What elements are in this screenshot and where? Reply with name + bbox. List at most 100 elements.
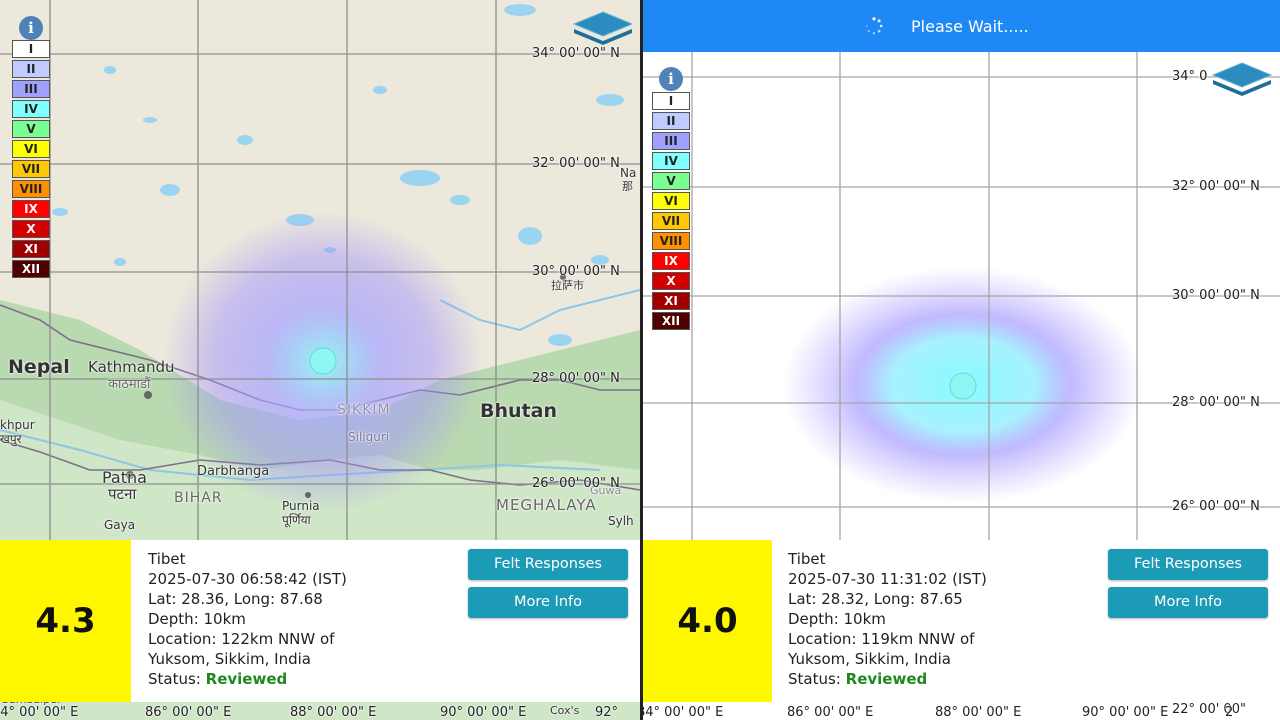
lat-label-28: 28° 00' 00" N [532,371,620,386]
map-label-purnia-local: पूर्णिया [282,513,311,527]
lon-label-92: 2 [1225,705,1234,720]
event-latlong: Lat: 28.36, Long: 87.68 [148,590,323,608]
lat-label-30: 30° 00' 00" N [532,264,620,279]
status-label: Status: [788,670,841,688]
event-status: Status: Reviewed [148,669,347,689]
map-label-darbhanga: Darbhanga [197,464,270,479]
map-label-coxs: Cox's [550,704,580,717]
right-map-panel[interactable]: 34° 0 32° 00' 00" N 30° 00' 00" N 28° 00… [643,0,1280,720]
status-value: Reviewed [845,670,928,688]
legend-level-i: I [12,40,50,58]
map-label-bhutan: Bhutan [480,400,557,422]
event-datetime: 2025-07-30 06:58:42 (IST) [148,570,347,588]
event-status: Status: Reviewed [788,669,987,689]
epicenter-marker[interactable] [949,372,977,400]
felt-responses-button[interactable]: Felt Responses [468,549,628,580]
lon-label-86: 86° 00' 00" E [145,705,232,720]
status-value: Reviewed [205,670,288,688]
event-details: Tibet 2025-07-30 06:58:42 (IST) Lat: 28.… [148,549,347,689]
event-depth: Depth: 10km [148,610,246,628]
map-label-kathmandu-local: काठमाडौं [108,377,151,392]
layers-icon[interactable] [572,10,634,46]
loading-text: Please Wait..... [911,17,1029,36]
lat-label-26: 26° 00' 00" N [1172,499,1260,514]
magnitude-badge: 4.0 [643,540,772,702]
spinner-icon [865,17,883,35]
lon-label-84: 84° 00' 00" E [0,705,79,720]
lat-label-32: 32° 00' 00" N [532,156,620,171]
legend-level-iv: IV [12,100,50,118]
lat-label-34: 34° 00' 00" N [532,46,620,61]
map-label-meghalaya: MEGHALAYA [496,496,597,514]
map-label-sylhet: Sylh [608,514,634,528]
legend-level-ii: II [12,60,50,78]
magnitude-badge: 4.3 [0,540,131,702]
event-datetime: 2025-07-30 11:31:02 (IST) [788,570,987,588]
status-label: Status: [148,670,201,688]
lon-label-88: 88° 00' 00" E [290,705,377,720]
legend-level-viii: VIII [652,232,690,250]
event-region: Tibet [788,550,826,568]
legend-level-vii: VII [12,160,50,178]
intensity-legend: I II III IV V VI VII VIII IX X XI XII [12,40,50,280]
map-label-gorakhpur-local: खपुर [0,432,22,446]
intensity-legend: I II III IV V VI VII VIII IX X XI XII [652,92,690,332]
event-latlong: Lat: 28.32, Long: 87.65 [788,590,963,608]
map-label-siliguri: Siliguri [348,430,390,444]
event-card: 4.0 Tibet 2025-07-30 11:31:02 (IST) Lat:… [643,540,1280,702]
event-location-line2: Yuksom, Sikkim, India [788,650,951,668]
map-label-sikkim: SIKKIM [337,402,391,418]
legend-level-xi: XI [652,292,690,310]
legend-level-vi: VI [12,140,50,158]
lon-label-92: 92° [595,705,619,720]
lon-label-90: 90° 00' 00" E [440,705,527,720]
event-depth: Depth: 10km [788,610,886,628]
legend-level-ii: II [652,112,690,130]
legend-level-iv: IV [652,152,690,170]
lat-label-32: 32° 00' 00" N [1172,179,1260,194]
more-info-button[interactable]: More Info [1108,587,1268,618]
legend-level-viii: VIII [12,180,50,198]
map-label-lhasa: 拉萨市 [551,279,584,292]
lat-label-22: 22° 00' 00" [1172,702,1246,717]
more-info-button[interactable]: More Info [468,587,628,618]
left-map-panel[interactable]: Nepal Kathmandu काठमाडौं Bhutan SIKKIM S… [0,0,640,720]
loading-bar: Please Wait..... [643,0,1280,52]
event-details: Tibet 2025-07-30 11:31:02 (IST) Lat: 28.… [788,549,987,689]
legend-level-v: V [652,172,690,190]
lon-label-86: 86° 00' 00" E [787,705,874,720]
legend-level-x: X [12,220,50,238]
legend-level-x: X [652,272,690,290]
legend-level-xii: XII [12,260,50,278]
layers-icon[interactable] [1211,61,1273,97]
lat-label-34: 34° 0 [1172,69,1208,84]
lat-label-28: 28° 00' 00" N [1172,395,1260,410]
legend-level-iii: III [12,80,50,98]
legend-level-i: I [652,92,690,110]
legend-level-xi: XI [12,240,50,258]
legend-level-iii: III [652,132,690,150]
lat-label-26: 26° 00' 00" N [532,476,620,491]
map-label-gaya: Gaya [104,518,136,532]
event-card: 4.3 Tibet 2025-07-30 06:58:42 (IST) Lat:… [0,540,640,702]
lon-label-88: 88° 00' 00" E [935,705,1022,720]
lon-label-90: 90° 00' 00" E [1082,705,1169,720]
map-label-bihar: BIHAR [174,490,223,506]
info-icon[interactable]: i [19,16,43,40]
event-location-line1: Location: 119km NNW of [788,630,975,648]
felt-responses-button[interactable]: Felt Responses [1108,549,1268,580]
legend-level-vii: VII [652,212,690,230]
info-icon[interactable]: i [659,67,683,91]
lat-label-30: 30° 00' 00" N [1172,288,1260,303]
event-location-line1: Location: 122km NNW of [148,630,335,648]
legend-level-v: V [12,120,50,138]
lon-label-84: 84° 00' 00" E [643,705,724,720]
legend-level-ix: IX [12,200,50,218]
epicenter-marker[interactable] [309,347,337,375]
legend-level-xii: XII [652,312,690,330]
event-region: Tibet [148,550,186,568]
map-label-nagqu-local: 那 [622,180,633,193]
event-location-line2: Yuksom, Sikkim, India [148,650,311,668]
map-label-patna-local: पटना [108,485,137,503]
map-label-nepal: Nepal [8,356,70,378]
